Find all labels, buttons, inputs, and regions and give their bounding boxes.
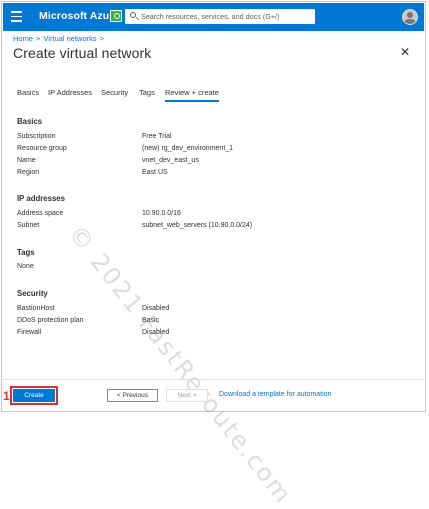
page-title: Create virtual network <box>13 45 152 61</box>
breadcrumb-separator: > <box>36 34 41 43</box>
value-region: East US <box>142 169 168 176</box>
breadcrumb-separator: > <box>99 34 105 43</box>
breadcrumb-virtual-networks[interactable]: Virtual networks <box>43 34 96 43</box>
brand-name[interactable]: Microsoft Azure <box>39 10 119 22</box>
search-icon <box>130 12 136 18</box>
label-region: Region <box>17 169 40 176</box>
label-ddos-protection-plan: DDoS protection plan <box>17 317 84 324</box>
section-heading-tags: Tags <box>17 248 35 257</box>
search-placeholder: Search resources, services, and docs (G+… <box>141 12 280 21</box>
value-ddos-protection-plan: Basic <box>142 317 160 324</box>
upgrade-icon[interactable] <box>110 10 122 22</box>
value-subscription: Free Trial <box>142 133 172 140</box>
avatar[interactable] <box>402 9 418 25</box>
previous-button[interactable]: < Previous <box>107 389 158 402</box>
label-subscription: Subscription <box>17 133 56 140</box>
close-icon[interactable]: ✕ <box>399 46 411 58</box>
value-name: vnet_dev_east_us <box>142 157 199 164</box>
breadcrumb: Home > Virtual networks > <box>13 34 107 43</box>
tab-ip-addresses[interactable]: IP Addresses <box>48 88 92 97</box>
value-firewall: Disabled <box>142 329 170 336</box>
value-address-space: 10.90.0.0/16 <box>142 210 181 217</box>
tab-basics[interactable]: Basics <box>17 88 39 97</box>
label-subnet: Subnet <box>17 222 40 229</box>
menu-icon[interactable] <box>11 11 22 23</box>
tags-none: None <box>17 263 34 270</box>
step-number-badge: 1 <box>3 389 10 403</box>
tab-security[interactable]: Security <box>101 88 128 97</box>
section-heading-security: Security <box>17 289 48 298</box>
section-heading-basics: Basics <box>17 117 43 126</box>
label-firewall: Firewall <box>17 329 42 336</box>
next-button: Next > <box>166 389 208 402</box>
download-template-link[interactable]: Download a template for automation <box>219 391 331 398</box>
tab-review-create[interactable]: Review + create <box>165 88 219 102</box>
breadcrumb-home[interactable]: Home <box>13 34 33 43</box>
footer-divider <box>3 379 424 380</box>
top-bar: Microsoft Azure Search resources, servic… <box>3 3 424 31</box>
label-address-space: Address space <box>17 210 64 217</box>
label-name: Name <box>17 157 36 164</box>
label-bastionhost: BastionHost <box>17 305 55 312</box>
label-resource-group: Resource group <box>17 145 67 152</box>
value-bastionhost: Disabled <box>142 305 170 312</box>
section-heading-ip-addresses: IP addresses <box>17 194 65 203</box>
create-button[interactable]: Create <box>10 386 58 405</box>
search-input[interactable]: Search resources, services, and docs (G+… <box>125 9 315 24</box>
tab-tags[interactable]: Tags <box>139 88 155 97</box>
value-subnet: subnet_web_servers (10.90.0.0/24) <box>142 222 253 229</box>
window-frame <box>1 1 426 412</box>
value-resource-group: (new) rg_dev_environment_1 <box>142 145 234 152</box>
